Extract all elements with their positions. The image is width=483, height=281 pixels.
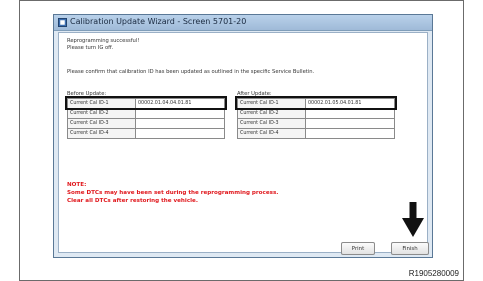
table-row: Current Cal ID-2 xyxy=(237,108,395,119)
cal-id-label: Current Cal ID-4 xyxy=(237,128,306,139)
cal-id-value xyxy=(135,108,225,119)
wizard-window: Calibration Update Wizard - Screen 5701-… xyxy=(53,14,433,258)
cal-id-value xyxy=(305,108,395,119)
down-arrow-icon xyxy=(402,202,424,237)
table-row: Current Cal ID-2 xyxy=(67,108,225,119)
app-icon xyxy=(58,18,67,27)
after-id-highlight xyxy=(235,96,397,110)
success-message: Reprogramming successful! xyxy=(67,38,140,44)
cal-id-label: Current Cal ID-2 xyxy=(237,108,306,119)
cal-id-value xyxy=(135,128,225,139)
note-line-2: Clear all DTCs after restoring the vehic… xyxy=(67,198,198,204)
confirm-message: Please confirm that calibration ID has b… xyxy=(67,69,315,75)
table-row: Current Cal ID-3 xyxy=(67,118,225,129)
cal-id-value xyxy=(305,118,395,129)
cal-id-label: Current Cal ID-3 xyxy=(67,118,136,129)
table-row: Current Cal ID-3 xyxy=(237,118,395,129)
table-row: Current Cal ID-4 xyxy=(67,128,225,139)
window-title: Calibration Update Wizard - Screen 5701-… xyxy=(70,17,247,26)
print-button[interactable]: Print xyxy=(341,242,375,255)
before-id-highlight xyxy=(65,96,227,110)
cal-id-label: Current Cal ID-2 xyxy=(67,108,136,119)
ig-off-message: Please turn IG off. xyxy=(67,45,114,51)
wizard-content: Reprogramming successful! Please turn IG… xyxy=(58,32,429,255)
finish-button[interactable]: Finish xyxy=(391,242,429,255)
cal-id-value xyxy=(135,118,225,129)
note-line-1: Some DTCs may have been set during the r… xyxy=(67,190,279,196)
note-block: NOTE: Some DTCs may have been set during… xyxy=(67,181,278,205)
cal-id-label: Current Cal ID-4 xyxy=(67,128,136,139)
title-bar[interactable]: Calibration Update Wizard - Screen 5701-… xyxy=(54,15,432,31)
note-title: NOTE: xyxy=(67,182,87,188)
table-row: Current Cal ID-4 xyxy=(237,128,395,139)
figure-caption: R1905280009 xyxy=(408,269,459,278)
cal-id-value xyxy=(305,128,395,139)
cal-id-label: Current Cal ID-3 xyxy=(237,118,306,129)
